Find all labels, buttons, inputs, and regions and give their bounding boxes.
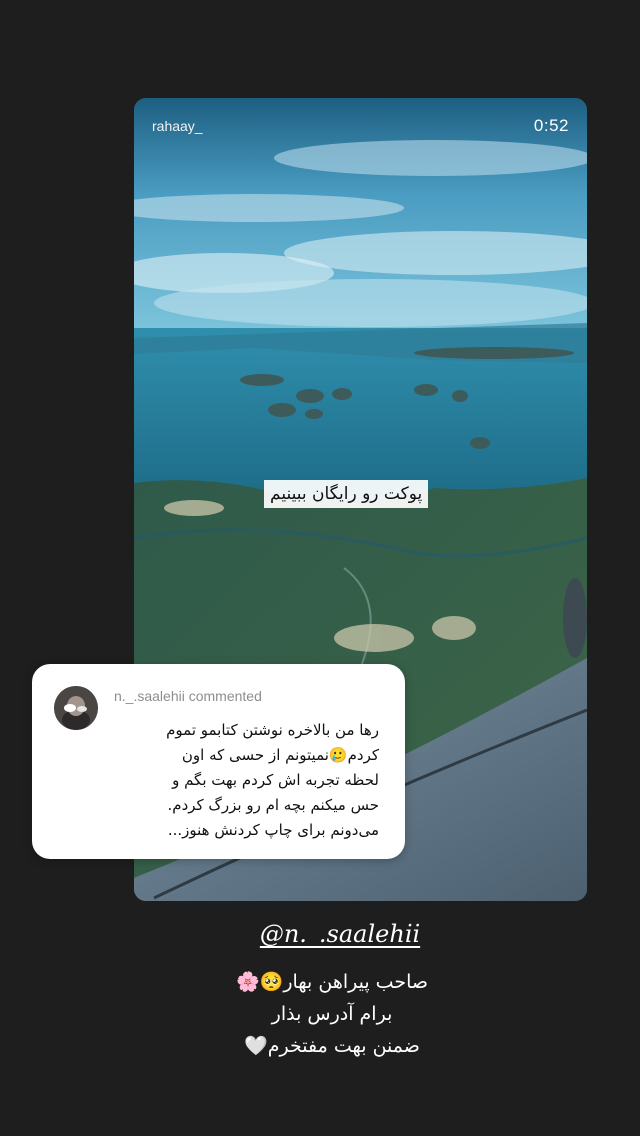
reply-line: ضمنن بهت مفتخرم🤍	[244, 1035, 420, 1057]
comment-line: رها من بالاخره نوشتن کتابمو تموم	[166, 721, 379, 739]
comment-line: می‌دونم برای چاپ کردنش هنوز...	[167, 821, 379, 839]
story-caption: پوکت رو رایگان ببینیم	[264, 480, 429, 508]
comment-line: کردم🥲نمیتونم از حسی که اون	[181, 746, 379, 764]
comment-line: لحظه تجربه اش کردم بهت بگم و	[172, 771, 379, 789]
story-timestamp: 0:52	[533, 116, 569, 135]
reply-text: صاحب پیراهن بهار🥺🌸 برام آدرس بذار ضمنن ب…	[0, 966, 640, 1062]
reply-line: صاحب پیراهن بهار🥺🌸	[236, 971, 428, 993]
comment-author[interactable]: n._.saalehii	[114, 688, 185, 704]
comment-text: رها من بالاخره نوشتن کتابمو تموم کردم🥲نم…	[49, 718, 379, 843]
reply-line: برام آدرس بذار	[271, 1003, 393, 1025]
comment-header: n._.saalehii commented	[114, 688, 262, 704]
comment-line: حس میکنم بچه ام رو بزرگ کردم.	[167, 796, 379, 814]
shared-comment-card[interactable]: n._.saalehii commented رها من بالاخره نو…	[32, 664, 405, 859]
story-username[interactable]: rahaay_	[152, 118, 203, 134]
mention-sticker[interactable]: @n._.saalehii	[0, 920, 640, 948]
comment-action: commented	[188, 688, 262, 704]
